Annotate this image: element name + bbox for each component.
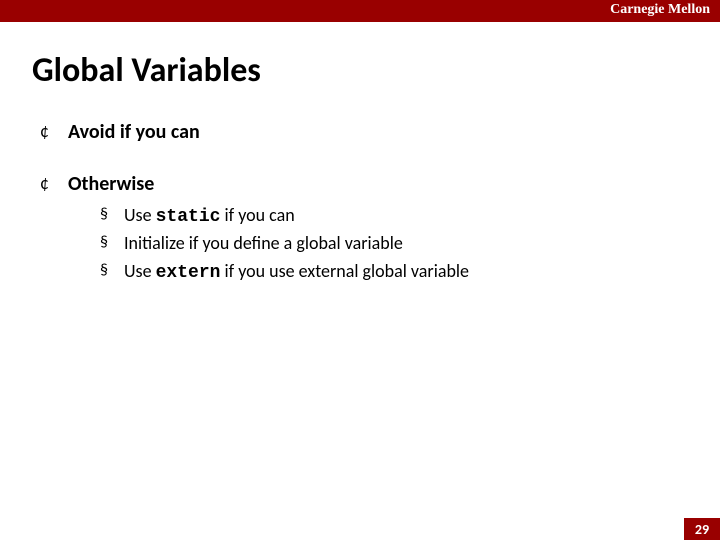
square-bullet-icon: § [100,204,124,226]
slide-body: ¢ Avoid if you can ¢ Otherwise § Use sta… [40,120,680,304]
square-bullet-icon: § [100,260,124,282]
sub-bullet-item: § Initialize if you define a global vari… [100,232,680,256]
bullet-text: Avoid if you can [68,120,200,144]
slide: Carnegie Mellon Global Variables ¢ Avoid… [0,0,720,540]
brand-label: Carnegie Mellon [610,2,710,18]
sub-bullet-item: § Use extern if you use external global … [100,260,680,284]
sub-bullet-text: Initialize if you define a global variab… [124,232,403,256]
circle-bullet-icon: ¢ [40,120,68,142]
bullet-item: ¢ Avoid if you can [40,120,680,144]
code-keyword: extern [156,263,221,283]
sub-bullet-text: Use static if you can [124,204,295,228]
slide-title: Global Variables [32,50,261,91]
square-bullet-icon: § [100,232,124,254]
bullet-item: ¢ Otherwise [40,172,680,196]
code-keyword: static [156,207,221,227]
circle-bullet-icon: ¢ [40,172,68,194]
sub-bullet-item: § Use static if you can [100,204,680,228]
sub-bullet-text: Use extern if you use external global va… [124,260,469,284]
sub-bullet-list: § Use static if you can § Initialize if … [100,204,680,284]
bullet-text: Otherwise [68,172,154,196]
page-number: 29 [684,518,720,540]
header-bar: Carnegie Mellon [0,0,720,22]
